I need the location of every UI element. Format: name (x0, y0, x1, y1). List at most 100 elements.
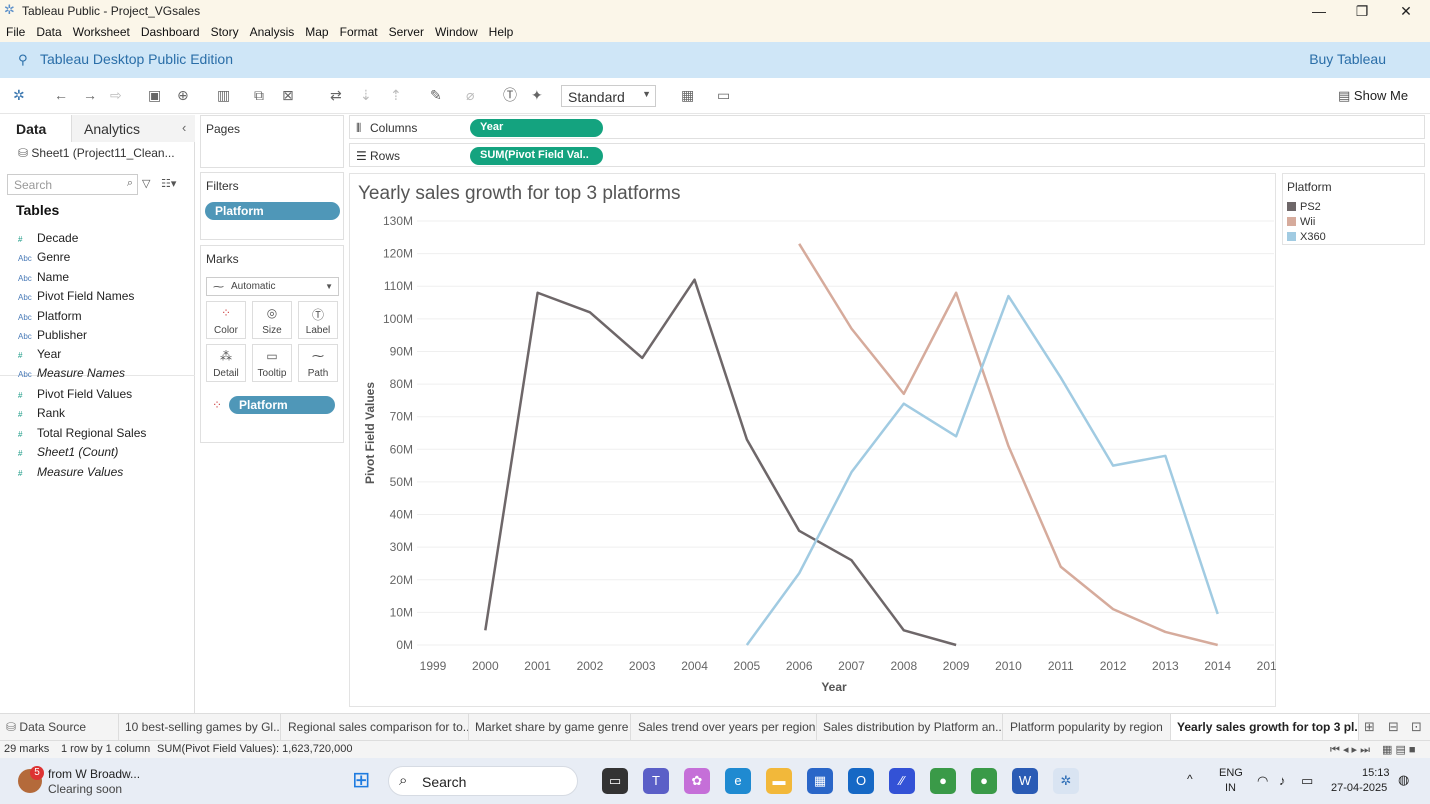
undo-icon[interactable]: ← (54, 87, 68, 103)
new-worksheet-icon[interactable]: ⊞ (1364, 719, 1375, 735)
replay-icon[interactable]: ⇨ (110, 87, 122, 103)
clock-time[interactable]: 15:13 (1362, 767, 1390, 779)
new-dashboard-icon[interactable]: ⊟ (1388, 719, 1399, 735)
new-worksheet-icon[interactable]: ▥ (217, 87, 230, 103)
menu-story[interactable]: Story (205, 22, 244, 39)
menu-dashboard[interactable]: Dashboard (135, 22, 205, 39)
restore-icon[interactable]: ❐ (1347, 2, 1377, 20)
field-item[interactable]: # Pivot Field Values (18, 387, 132, 405)
group-icon[interactable]: ⌀ (466, 87, 474, 103)
menu-data[interactable]: Data (30, 22, 66, 39)
series-line-wii[interactable] (798, 243, 1218, 647)
legend-item-wii[interactable]: Wii (1287, 216, 1315, 230)
sheet-view-icon[interactable]: ▦ ▤ ■ (1382, 743, 1416, 756)
color-pill-platform[interactable]: Platform (229, 396, 335, 414)
tab-sheet[interactable]: Market share by game genre (469, 714, 631, 741)
show-cards-icon[interactable]: ▦ (681, 87, 694, 103)
field-item[interactable]: # Total Regional Sales (18, 426, 146, 444)
teams-icon[interactable]: T (643, 768, 669, 794)
tab-sheet[interactable]: Regional sales comparison for to... (281, 714, 469, 741)
tab-sheet[interactable]: 10 best-selling games by Gl... (119, 714, 281, 741)
field-item[interactable]: Abc Name (18, 270, 69, 288)
duplicate-sheet-icon[interactable]: ⧉ (254, 87, 264, 103)
chevron-up-icon[interactable]: ^ (1187, 772, 1193, 786)
chrome-profile-icon[interactable]: ● (971, 768, 997, 794)
sort-ascending-icon[interactable]: ⇣ (360, 87, 372, 103)
fit-dropdown[interactable]: Standard ▼ (561, 85, 656, 107)
swap-rows-columns-icon[interactable]: ⇄ (330, 87, 342, 103)
file-explorer-icon[interactable]: ▬ (766, 768, 792, 794)
app-icon[interactable]: ⁄⁄ (889, 768, 915, 794)
outlook-icon[interactable]: O (848, 768, 874, 794)
tab-data-source[interactable]: ⛁ Data Source (0, 714, 119, 741)
close-icon[interactable]: ✕ (1391, 2, 1421, 20)
marks-tooltip-button[interactable]: ▭ Tooltip (252, 344, 292, 382)
sheet-nav-icon[interactable]: ⏮ ◂ ▸ ⏭ (1330, 743, 1370, 757)
highlight-icon[interactable]: ✎ (430, 87, 442, 103)
columns-pill-year[interactable]: Year (470, 119, 603, 137)
show-me-button[interactable]: ▤ Show Me (1338, 88, 1408, 104)
wifi-icon[interactable]: ◠ (1257, 773, 1268, 789)
line-chart[interactable]: 0M 10M 20M 30M 40M 50M 60M 70M 80M 90M 100M 110M 120… (349, 173, 1276, 707)
minimize-icon[interactable]: — (1304, 2, 1334, 20)
view-options-icon[interactable]: ☷▾ (161, 177, 176, 190)
sort-descending-icon[interactable]: ⇡ (390, 87, 402, 103)
collapse-pane-icon[interactable]: ‹ (182, 120, 186, 135)
battery-icon[interactable]: ▭ (1301, 773, 1313, 789)
redo-icon[interactable]: → (83, 87, 97, 103)
marks-path-button[interactable]: ⁓ Path (298, 344, 338, 382)
series-line-x360[interactable] (745, 294, 1219, 646)
save-icon[interactable]: ▣ (148, 87, 161, 103)
rows-shelf[interactable]: ☰ Rows SUM(Pivot Field Val.. (349, 143, 1425, 167)
edge-icon[interactable]: e (725, 768, 751, 794)
field-item[interactable]: Abc Pivot Field Names (18, 289, 134, 307)
fix-axes-icon[interactable]: ✦ (531, 87, 543, 103)
series-line-ps2[interactable] (484, 278, 957, 647)
marks-size-button[interactable]: ◎ Size (252, 301, 292, 339)
word-icon[interactable]: W (1012, 768, 1038, 794)
filter-pill-platform[interactable]: Platform (205, 202, 340, 220)
task-view-icon[interactable]: ▭ (602, 768, 628, 794)
clear-sheet-icon[interactable]: ⊠ (282, 87, 294, 103)
notification-title[interactable]: from W Broadw... (48, 767, 140, 781)
menu-map[interactable]: Map (299, 22, 333, 39)
field-item[interactable]: # Measure Values (18, 465, 123, 483)
tab-sheet-active[interactable]: Yearly sales growth for top 3 pl... (1171, 714, 1359, 741)
tableau-logo-icon[interactable]: ✲ (13, 87, 25, 103)
menu-help[interactable]: Help (483, 22, 519, 39)
tab-sheet[interactable]: Platform popularity by region (1003, 714, 1171, 741)
tab-data-label[interactable]: Data (16, 121, 46, 137)
buy-tableau-link[interactable]: Buy Tableau (1309, 51, 1386, 67)
platform-legend[interactable]: Platform PS2 Wii X360 (1282, 173, 1425, 245)
tab-analytics-label[interactable]: Analytics (84, 121, 140, 137)
field-item[interactable]: Abc Publisher (18, 328, 87, 346)
presentation-mode-icon[interactable]: ▭ (717, 87, 730, 103)
volume-icon[interactable]: ♪ (1279, 773, 1286, 788)
menu-worksheet[interactable]: Worksheet (67, 22, 135, 39)
menu-file[interactable]: File (0, 22, 30, 39)
legend-item-x360[interactable]: X360 (1287, 231, 1326, 245)
pages-card[interactable]: Pages (200, 115, 344, 168)
show-labels-icon[interactable]: Ⓣ (503, 87, 517, 103)
store-icon[interactable]: ▦ (807, 768, 833, 794)
tab-sheet[interactable]: Sales distribution by Platform an... (817, 714, 1003, 741)
marks-color-button[interactable]: ⁘ Color (206, 301, 246, 339)
chrome-icon[interactable]: ● (930, 768, 956, 794)
mark-type-dropdown[interactable]: ⁓ Automatic ▼ (206, 277, 339, 296)
tableau-taskbar-icon[interactable]: ✲ (1053, 768, 1079, 794)
legend-item-ps2[interactable]: PS2 (1287, 201, 1321, 215)
columns-shelf[interactable]: ⦀ Columns Year (349, 115, 1425, 139)
menu-format[interactable]: Format (334, 22, 383, 39)
field-item[interactable]: Abc Platform (18, 309, 82, 327)
marks-detail-button[interactable]: ⁂ Detail (206, 344, 246, 382)
rows-pill-sum-pivot[interactable]: SUM(Pivot Field Val.. (470, 147, 603, 165)
notifications-bell-icon[interactable]: ◍ (1398, 772, 1409, 788)
menu-analysis[interactable]: Analysis (244, 22, 300, 39)
menu-server[interactable]: Server (383, 22, 429, 39)
language-label[interactable]: ENG (1219, 767, 1243, 779)
tab-sheet[interactable]: Sales trend over years per region (631, 714, 817, 741)
filter-icon[interactable]: ▽ (142, 177, 150, 190)
new-datasource-icon[interactable]: ⊕ (177, 87, 189, 103)
field-item[interactable]: Abc Measure Names (18, 366, 125, 384)
menu-window[interactable]: Window (429, 22, 483, 39)
